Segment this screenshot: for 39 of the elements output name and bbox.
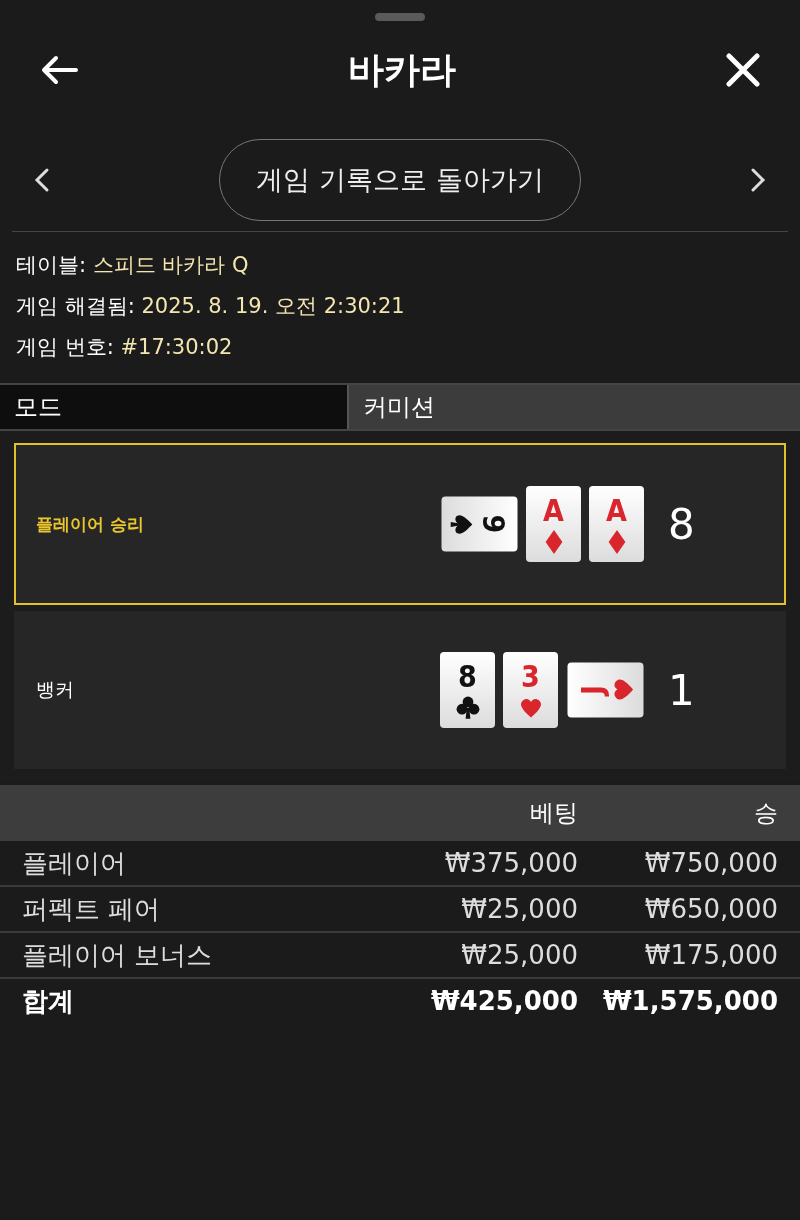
back-arrow-icon (40, 55, 78, 85)
table-cell-text: 퍼펙트 페어 (22, 892, 162, 926)
close-icon (726, 53, 760, 87)
back-button[interactable] (40, 55, 78, 85)
card-rank: 9 (477, 514, 507, 534)
drag-handle[interactable] (375, 13, 425, 21)
table-cell-text: 플레이어 (22, 846, 127, 880)
close-button[interactable] (726, 53, 760, 87)
table-cell-text: ₩175,000 (643, 940, 778, 970)
card-rank: J (577, 685, 607, 696)
table-cell-text: ₩1,575,000 (601, 986, 778, 1016)
column-header: 베팅 (529, 798, 578, 829)
table-cell-text: ₩425,000 (429, 986, 578, 1016)
chevron-left-icon (34, 167, 50, 193)
hand-label: 플레이어 승리 (36, 512, 145, 536)
table-cell-text: 플레이어 보너스 (22, 938, 214, 972)
chevron-right-icon (750, 167, 766, 193)
card-rank: A (606, 496, 627, 526)
table-cell-text: ₩25,000 (460, 894, 578, 924)
window-title: 바카라 (348, 47, 456, 92)
table-cell-text: ₩750,000 (643, 848, 778, 878)
table-cell-text: ₩25,000 (460, 940, 578, 970)
mode-tab[interactable]: 커미션 (347, 385, 800, 429)
hand-score: 1 (668, 665, 696, 715)
info-line: 테이블: 스피드 바카라 Q (16, 252, 250, 279)
info-line: 게임 해결됨: 2025. 8. 19. 오전 2:30:21 (16, 293, 406, 320)
table-cell-text: ₩375,000 (443, 848, 578, 878)
hand-score: 8 (668, 499, 696, 549)
table-cell-text: ₩650,000 (643, 894, 778, 924)
mode-tab[interactable]: 모드 (0, 385, 347, 429)
next-button[interactable] (750, 167, 766, 193)
info-line: 게임 번호: #17:30:02 (16, 334, 234, 361)
hand-label: 뱅커 (36, 677, 75, 702)
table-cell-text: 합계 (22, 984, 75, 1018)
card-rank: 3 (521, 662, 540, 692)
card-rank: A (543, 496, 564, 526)
previous-button[interactable] (34, 167, 50, 193)
card-rank: 8 (458, 662, 477, 692)
column-header: 승 (753, 798, 778, 829)
